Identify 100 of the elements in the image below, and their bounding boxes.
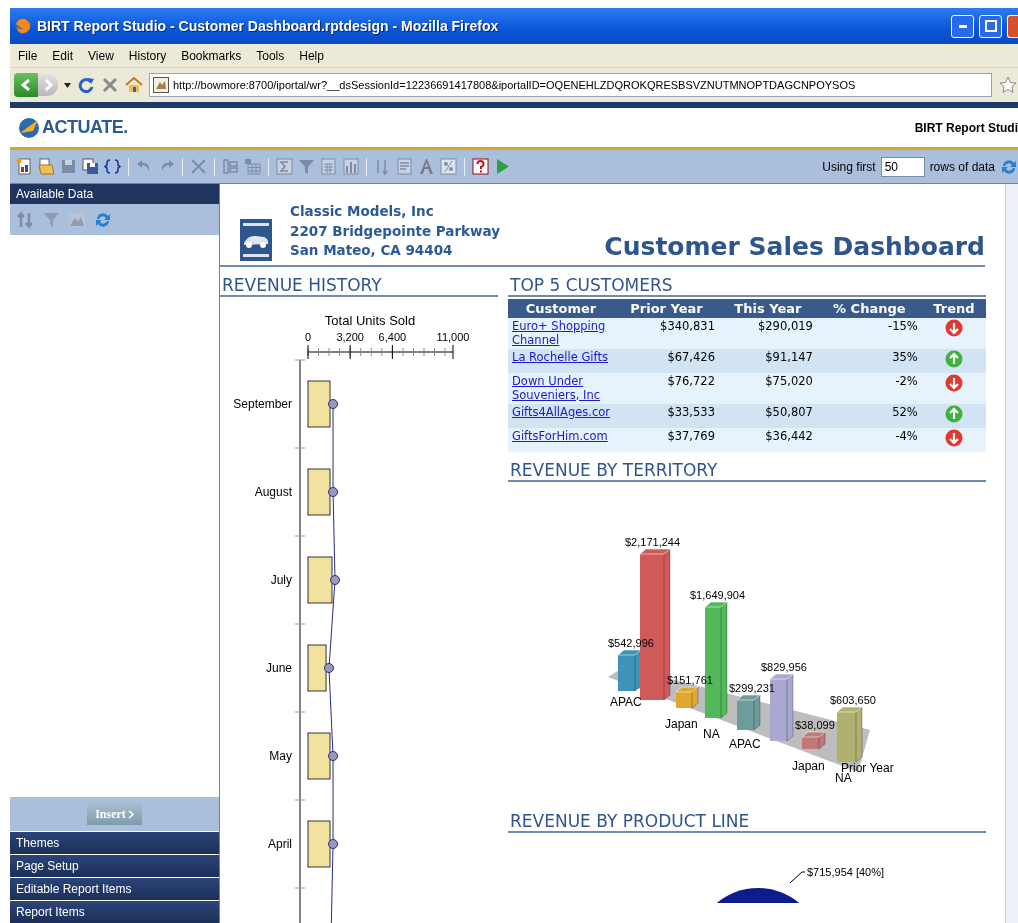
bookmark-star-icon[interactable] (998, 75, 1018, 95)
table-cell: $36,442 (718, 427, 817, 452)
chart-title: Total Units Sold (324, 312, 416, 328)
refresh-icon[interactable] (1000, 157, 1018, 176)
section-heading: TOP 5 CUSTOMERS (508, 274, 986, 297)
sum-icon[interactable] (276, 158, 293, 175)
axis-tick-label: 3,200 (336, 330, 364, 343)
rows-field[interactable]: 50 (880, 156, 925, 177)
bar-chart-icon[interactable] (342, 158, 359, 175)
maximize-button[interactable] (979, 14, 1002, 38)
format-icon[interactable] (440, 158, 457, 175)
data-label: $2,171,244 (625, 535, 681, 548)
table-icon[interactable] (244, 158, 261, 175)
customer-link[interactable]: Down Under Souveniers, Inc (512, 373, 610, 402)
menu-item[interactable]: Edit (52, 48, 74, 63)
panel-section-header[interactable]: Report Items (10, 901, 219, 923)
table-cell: 52% (816, 403, 922, 428)
new-report-icon[interactable] (16, 158, 33, 175)
menu-item[interactable]: File (18, 48, 38, 63)
menu-item[interactable]: Help (299, 48, 324, 63)
stop-icon[interactable] (101, 76, 119, 94)
column-header: Customer (508, 298, 614, 318)
site-icon (153, 77, 169, 93)
data-label: $299,231 (729, 681, 775, 694)
table-cell: -15% (816, 317, 922, 349)
menu-item[interactable]: Bookmarks (181, 48, 242, 63)
company-address-line: Classic Models, Inc (290, 202, 435, 221)
axis-tick-label: 6,400 (378, 330, 407, 343)
filter-icon[interactable] (42, 210, 60, 229)
close-button[interactable] (1007, 14, 1018, 38)
table-cell: $76,722 (614, 372, 719, 404)
section-heading: REVENUE BY TERRITORY (508, 459, 986, 482)
reload-icon[interactable] (77, 76, 95, 94)
globe-icon (18, 116, 40, 139)
axis-category-label: APAC (610, 694, 642, 709)
delete-icon[interactable] (190, 158, 207, 175)
filter-icon[interactable] (298, 158, 315, 175)
sort-icon[interactable] (374, 158, 391, 175)
address-field[interactable]: http://bowmore:8700/iportal/wr?__dsSessionId=12236691417808&iportalID=OQENEHLZDQROKQRESBSVZNUTMNOPTDAGCNPOYSOS (149, 73, 992, 97)
data-label: $1,649,904 (690, 588, 746, 601)
back-button[interactable] (14, 73, 38, 97)
axis-category-label: Japan (792, 758, 825, 773)
refresh-icon[interactable] (94, 210, 112, 229)
data-label: $829,956 (761, 660, 807, 673)
axis-category-label: April (268, 836, 292, 851)
table-cell: $67,426 (614, 348, 719, 373)
axis-category-label: APAC (729, 736, 761, 751)
axis-category-label: September (233, 396, 292, 411)
sort-icon[interactable] (16, 210, 34, 229)
braces-icon[interactable] (104, 158, 121, 175)
rows-label: Using first (822, 159, 876, 174)
scrollbar[interactable] (1005, 184, 1018, 923)
dropdown-caret-icon[interactable] (64, 82, 71, 88)
bar (307, 732, 331, 779)
run-icon[interactable] (494, 158, 511, 175)
rows-label: rows of data (929, 159, 995, 174)
report-title: Customer Sales Dashboard (604, 231, 985, 261)
company-logo-icon (240, 218, 272, 261)
customer-link[interactable]: GiftsForHim.com (512, 428, 610, 443)
column-header: Trend (921, 298, 986, 318)
minimize-button[interactable] (951, 14, 974, 38)
panel-section-header[interactable]: Themes (10, 832, 219, 854)
table-cell: -4% (816, 427, 922, 452)
menu-item[interactable]: View (88, 48, 114, 63)
table-cell: $37,769 (614, 427, 719, 452)
data-label: $38,099 (795, 718, 835, 731)
customer-link[interactable]: La Rochelle Gifts (512, 349, 610, 364)
table-cell: -2% (816, 372, 922, 404)
table-cell: $75,020 (718, 372, 817, 404)
save-as-icon[interactable] (82, 158, 99, 175)
image-icon[interactable] (68, 210, 86, 229)
section-heading: REVENUE HISTORY (220, 274, 498, 297)
forward-button[interactable] (38, 74, 58, 96)
panel-header: Available Data (10, 184, 219, 204)
column-header: This Year (718, 298, 817, 318)
axis-category-label: June (265, 660, 292, 675)
column-header: Prior Year (614, 298, 719, 318)
url-text: http://bowmore:8700/iportal/wr?__dsSessionId=12236691417808&iportalID=OQENEHLZDQROKQRESBSVZNUTMNOPTDAGCNPOYSOS (173, 79, 856, 91)
calculator-icon[interactable] (320, 158, 337, 175)
menu-item[interactable]: Tools (256, 48, 285, 63)
chevron-icon (127, 809, 134, 819)
columns-icon[interactable] (222, 158, 239, 175)
open-icon[interactable] (38, 158, 55, 175)
menu-item[interactable]: History (128, 48, 167, 63)
axis-category-label: Japan (665, 716, 698, 731)
data-label: $715,954 [40%] (807, 865, 885, 878)
panel-section-header[interactable]: Editable Report Items (10, 878, 219, 900)
axis-category-label: August (254, 484, 292, 499)
save-icon[interactable] (60, 158, 77, 175)
paragraph-icon[interactable] (396, 158, 413, 175)
customer-link[interactable]: Gifts4AllAges.cor (512, 404, 610, 419)
customer-link[interactable]: Euro+ Shopping Channel (512, 318, 610, 347)
home-icon[interactable] (125, 76, 143, 94)
panel-section-header[interactable]: Page Setup (10, 855, 219, 877)
help-icon[interactable] (472, 158, 489, 175)
table-cell: $33,533 (614, 403, 719, 428)
firefox-icon (14, 17, 32, 35)
bar (307, 820, 331, 867)
font-icon[interactable] (418, 158, 435, 175)
table-cell: $50,807 (718, 403, 817, 428)
